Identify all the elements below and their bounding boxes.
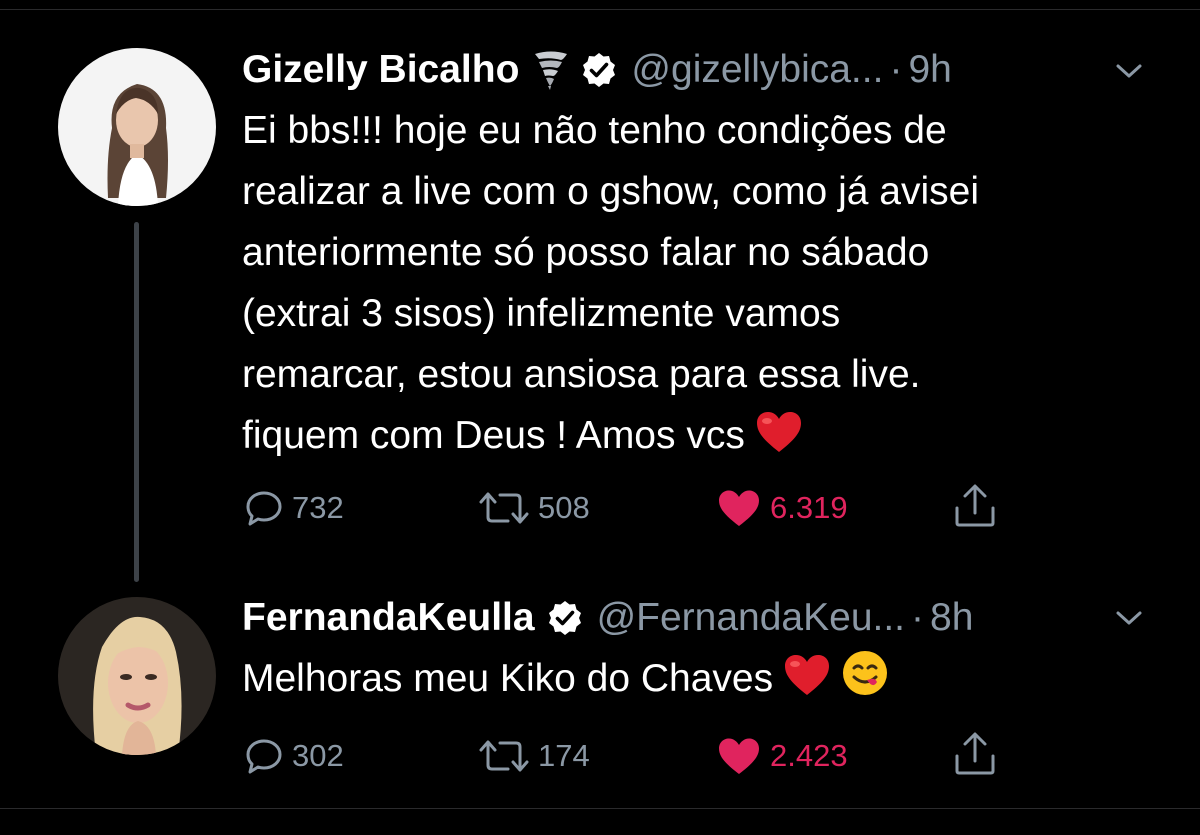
reply-button[interactable]: 302 — [244, 734, 344, 778]
bottom-divider — [0, 808, 1200, 809]
retweet-button[interactable]: 174 — [478, 734, 590, 778]
face-savoring-food-icon — [841, 649, 889, 715]
retweet-count: 174 — [538, 738, 590, 773]
display-name[interactable]: FernandaKeulla — [242, 596, 535, 640]
tweet-text-line-last: fiquem com Deus ! Amos vcs — [242, 405, 1142, 472]
share-button[interactable] — [952, 484, 998, 528]
tweet-text-line: remarcar, estou ansiosa para essa live. — [242, 353, 921, 396]
tornado-emoji-icon — [533, 50, 569, 90]
avatar-gizelly[interactable] — [58, 48, 216, 206]
reply-count: 302 — [292, 738, 344, 773]
chevron-down-icon[interactable] — [1114, 56, 1144, 86]
tweet-text-line: Ei bbs!!! hoje eu não tenho condições de — [242, 109, 947, 152]
retweet-count: 508 — [538, 490, 590, 525]
heart-filled-icon — [719, 490, 759, 526]
like-button[interactable]: 6.319 — [716, 486, 848, 530]
retweet-button[interactable]: 508 — [478, 486, 590, 530]
header-separator: · — [911, 596, 925, 639]
like-count: 2.423 — [770, 738, 848, 773]
timestamp[interactable]: 8h — [930, 596, 973, 640]
like-count: 6.319 — [770, 490, 848, 525]
tweet-header: Gizelly Bicalho @gizellybica... · 9h — [242, 46, 952, 94]
share-icon — [955, 732, 995, 775]
tweet-text-line: (extrai 3 sisos) infelizmente vamos — [242, 292, 841, 335]
verified-badge-icon — [547, 600, 583, 636]
retweet-icon — [479, 492, 529, 524]
share-icon — [955, 484, 995, 527]
tweet-text-line: realizar a live com o gshow, como já avi… — [242, 170, 979, 213]
tweet-text-line-content: Melhoras meu Kiko do Chaves — [242, 657, 774, 700]
red-heart-icon — [783, 653, 831, 715]
avatar-fernanda[interactable] — [58, 597, 216, 755]
reply-icon — [246, 739, 282, 774]
tweet-text: Ei bbs!!! hoje eu não tenho condições de… — [242, 100, 1142, 472]
top-divider — [0, 9, 1200, 10]
heart-filled-icon — [719, 738, 759, 774]
thread-connector-line — [134, 222, 139, 582]
like-button[interactable]: 2.423 — [716, 734, 848, 778]
tweet-text-line: anteriormente só posso falar no sábado — [242, 231, 930, 274]
tweet-text-line-content: fiquem com Deus ! Amos vcs — [242, 414, 745, 457]
handle[interactable]: @FernandaKeu... — [597, 596, 905, 640]
display-name[interactable]: Gizelly Bicalho — [242, 48, 519, 92]
chevron-down-icon[interactable] — [1114, 603, 1144, 633]
share-button[interactable] — [952, 732, 998, 776]
handle[interactable]: @gizellybica... — [631, 48, 883, 92]
reply-count: 732 — [292, 490, 344, 525]
reply-button[interactable]: 732 — [244, 486, 344, 530]
verified-badge-icon — [581, 52, 617, 88]
red-heart-icon — [755, 410, 803, 472]
tweet-header: FernandaKeulla @FernandaKeu... · 8h — [242, 594, 973, 642]
retweet-icon — [479, 740, 529, 772]
timestamp[interactable]: 9h — [908, 48, 951, 92]
tweet-text-line: Melhoras meu Kiko do Chaves — [242, 648, 1142, 715]
reply-icon — [246, 491, 282, 526]
tweet-text: Melhoras meu Kiko do Chaves — [242, 648, 1142, 715]
header-separator: · — [889, 48, 903, 91]
